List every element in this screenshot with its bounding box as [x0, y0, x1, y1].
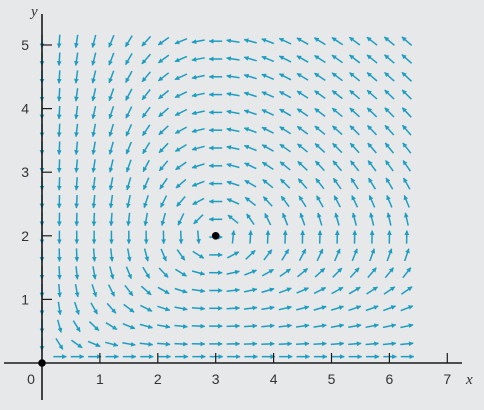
- field-arrow: [56, 123, 62, 138]
- field-arrow: [57, 266, 62, 280]
- field-arrow: [157, 341, 171, 347]
- field-arrow: [56, 88, 62, 102]
- y-tick-label: 2: [21, 228, 29, 244]
- x-tick-label: 1: [96, 371, 104, 387]
- field-arrow: [313, 341, 327, 347]
- equilibrium-point: [211, 232, 220, 240]
- field-arrow: [243, 323, 258, 329]
- field-arrow: [265, 230, 271, 244]
- field-arrow: [226, 305, 241, 311]
- field-arrow: [191, 323, 206, 329]
- field-arrow: [191, 306, 206, 311]
- field-arrow: [261, 341, 275, 347]
- x-tick-label: 3: [212, 371, 220, 387]
- field-arrow: [74, 248, 80, 262]
- x-tick-label: 4: [270, 371, 278, 387]
- x-tick-label: 7: [443, 371, 451, 387]
- field-arrow: [348, 341, 362, 347]
- y-tick-label: 4: [21, 101, 29, 117]
- vector-field-plot: 0 1 2 3 4 5 6 7 1 2 3 4 5 x y: [0, 0, 484, 410]
- y-axis-label: y: [29, 4, 38, 20]
- field-arrow: [56, 70, 62, 84]
- field-arrow: [56, 34, 62, 49]
- y-tick-label: 5: [21, 37, 29, 53]
- field-arrow: [56, 105, 62, 120]
- field-arrow: [74, 177, 79, 191]
- x-tick-label: 6: [386, 371, 394, 387]
- x-axis-label: x: [465, 372, 473, 388]
- x-tick-label: 5: [328, 371, 336, 387]
- field-arrow: [278, 341, 293, 347]
- equilibrium-point: [38, 359, 46, 367]
- field-arrow: [108, 212, 114, 227]
- field-arrow: [174, 341, 188, 347]
- field-arrow: [178, 230, 184, 245]
- field-arrow: [56, 159, 62, 173]
- field-arrow: [74, 194, 80, 209]
- field-arrow: [226, 323, 241, 329]
- field-arrow: [296, 341, 310, 347]
- field-arrow: [56, 52, 62, 66]
- x-tick-label: 0: [27, 371, 35, 387]
- x-tick-label: 2: [154, 371, 162, 387]
- field-arrow: [56, 141, 62, 155]
- field-arrow: [330, 341, 345, 347]
- plot-background: [0, 0, 484, 410]
- field-arrow: [91, 212, 97, 227]
- field-arrow: [91, 248, 97, 262]
- y-tick-label: 1: [21, 291, 29, 307]
- y-tick-label: 3: [21, 164, 29, 180]
- field-arrow: [248, 230, 253, 244]
